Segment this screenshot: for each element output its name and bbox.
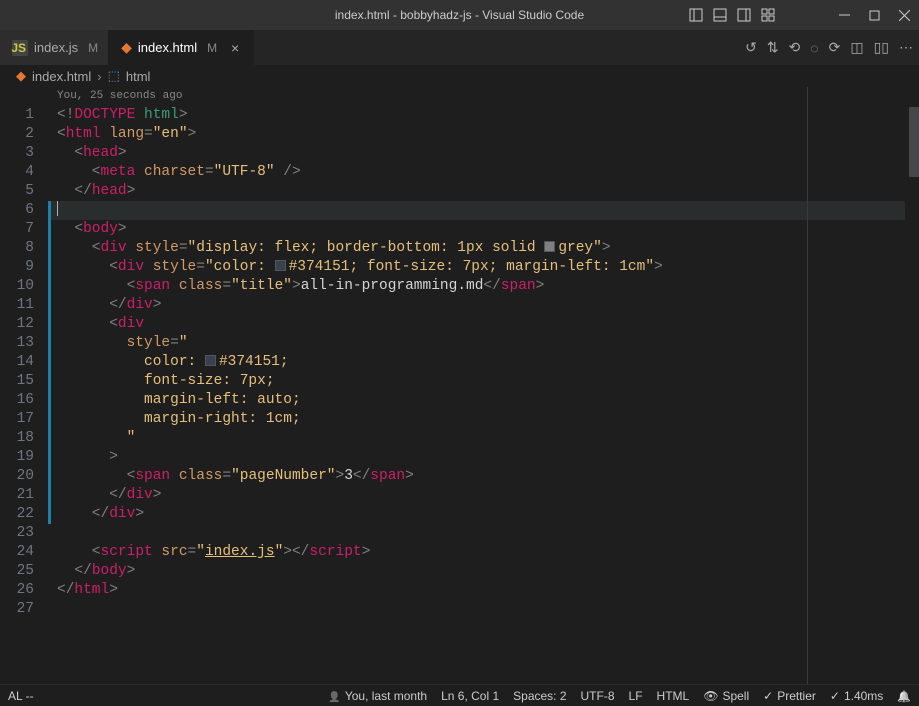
- code-line: <div style="color: #374151; font-size: 7…: [51, 258, 905, 277]
- eol[interactable]: LF: [629, 689, 643, 703]
- code-line: </html>: [51, 581, 905, 600]
- tab-label: index.js: [34, 40, 78, 55]
- language-mode[interactable]: HTML: [657, 689, 690, 703]
- maximize-button[interactable]: [859, 0, 889, 30]
- code-line: >: [51, 448, 905, 467]
- code-line: <span class="title">all-in-programming.m…: [51, 277, 905, 296]
- encoding[interactable]: UTF-8: [581, 689, 615, 703]
- text-cursor: [57, 201, 58, 216]
- run-icon[interactable]: ◌: [810, 40, 818, 56]
- spell-check[interactable]: 👁Spell: [703, 689, 749, 703]
- code-line: </div>: [51, 296, 905, 315]
- close-button[interactable]: [889, 0, 919, 30]
- panel-bottom-icon[interactable]: [709, 4, 731, 26]
- color-swatch-icon[interactable]: [544, 241, 555, 252]
- minimize-button[interactable]: [829, 0, 859, 30]
- bell-icon: [897, 689, 911, 703]
- minimap[interactable]: [905, 87, 919, 684]
- chevron-right-icon: ›: [97, 69, 101, 84]
- js-file-icon: JS: [12, 40, 28, 56]
- code-line: <div: [51, 315, 905, 334]
- window-controls: [829, 0, 919, 30]
- code-line: margin-right: 1cm;: [51, 410, 905, 429]
- panel-right-icon[interactable]: [733, 4, 755, 26]
- check-icon: [763, 689, 773, 703]
- breadcrumb-file[interactable]: index.html: [32, 69, 91, 84]
- code-line-current: [51, 201, 905, 220]
- more-icon[interactable]: ⋯: [899, 39, 913, 56]
- code-line: font-size: 7px;: [51, 372, 905, 391]
- modified-indicator: M: [207, 41, 217, 55]
- layout-controls: [685, 4, 779, 26]
- eye-icon: 👁: [703, 689, 718, 703]
- line-number-gutter: 1 2 3 4 5 6 7 8 9 10 11 12 13 14 15 16 1…: [0, 87, 48, 684]
- html-file-icon: ◆: [121, 39, 132, 56]
- person-icon: [328, 689, 340, 703]
- color-swatch-icon[interactable]: [205, 355, 216, 366]
- code-line: </div>: [51, 505, 905, 524]
- code-line: margin-left: auto;: [51, 391, 905, 410]
- run-next-icon[interactable]: ⟳: [829, 39, 841, 56]
- git-blame-codelens[interactable]: You, 25 seconds ago: [51, 87, 905, 106]
- diff-icon[interactable]: ⇅: [767, 39, 779, 56]
- code-line: [51, 524, 905, 543]
- code-line: [51, 600, 905, 619]
- html-file-icon: ◆: [16, 68, 26, 84]
- code-line: <meta charset="UTF-8" />: [51, 163, 905, 182]
- check-icon: [830, 689, 840, 703]
- vim-mode[interactable]: AL --: [8, 689, 34, 703]
- code-line: </body>: [51, 562, 905, 581]
- tab-label: index.html: [138, 40, 197, 55]
- preview-icon[interactable]: ◫: [850, 39, 863, 56]
- panel-left-icon[interactable]: [685, 4, 707, 26]
- title-bar: index.html - bobbyhadz-js - Visual Studi…: [0, 0, 919, 30]
- ruler: [807, 87, 808, 684]
- editor[interactable]: 1 2 3 4 5 6 7 8 9 10 11 12 13 14 15 16 1…: [0, 87, 919, 684]
- code-line: <html lang="en">: [51, 125, 905, 144]
- prettier-status[interactable]: Prettier: [763, 689, 816, 703]
- breadcrumb-symbol[interactable]: html: [126, 69, 151, 84]
- code-line: <head>: [51, 144, 905, 163]
- tab-index-html[interactable]: ◆ index.html M ×: [109, 30, 254, 65]
- tab-index-js[interactable]: JS index.js M: [0, 30, 109, 65]
- run-prev-icon[interactable]: ⟲: [789, 39, 801, 56]
- symbol-icon: ⬚: [108, 68, 120, 84]
- timing[interactable]: 1.40ms: [830, 689, 883, 703]
- code-area[interactable]: You, 25 seconds ago <!DOCTYPE html> <htm…: [51, 87, 905, 684]
- code-line: <script src="index.js"></script>: [51, 543, 905, 562]
- tab-bar: JS index.js M ◆ index.html M × ↺ ⇅ ⟲ ◌ ⟳…: [0, 30, 919, 65]
- timeline-icon[interactable]: ↺: [745, 39, 757, 56]
- code-line: </head>: [51, 182, 905, 201]
- code-line: ": [51, 429, 905, 448]
- cursor-position[interactable]: Ln 6, Col 1: [441, 689, 499, 703]
- code-line: <body>: [51, 220, 905, 239]
- minimap-viewport[interactable]: [909, 107, 919, 177]
- status-bar: AL -- You, last month Ln 6, Col 1 Spaces…: [0, 684, 919, 706]
- code-line: <div style="display: flex; border-bottom…: [51, 239, 905, 258]
- notifications[interactable]: [897, 689, 911, 703]
- code-line: </div>: [51, 486, 905, 505]
- color-swatch-icon[interactable]: [275, 260, 286, 271]
- indentation[interactable]: Spaces: 2: [513, 689, 566, 703]
- code-line: color: #374151;: [51, 353, 905, 372]
- close-tab-icon[interactable]: ×: [227, 40, 243, 56]
- modified-indicator: M: [88, 41, 98, 55]
- breadcrumb[interactable]: ◆ index.html › ⬚ html: [0, 65, 919, 87]
- git-blame-status[interactable]: You, last month: [328, 689, 427, 703]
- window-title: index.html - bobbyhadz-js - Visual Studi…: [335, 8, 584, 22]
- customize-layout-icon[interactable]: [757, 4, 779, 26]
- code-line: <span class="pageNumber">3</span>: [51, 467, 905, 486]
- editor-actions: ↺ ⇅ ⟲ ◌ ⟳ ◫ ▯▯ ⋯: [745, 30, 913, 65]
- split-icon[interactable]: ▯▯: [874, 39, 889, 56]
- code-line: <!DOCTYPE html>: [51, 106, 905, 125]
- code-line: style=": [51, 334, 905, 353]
